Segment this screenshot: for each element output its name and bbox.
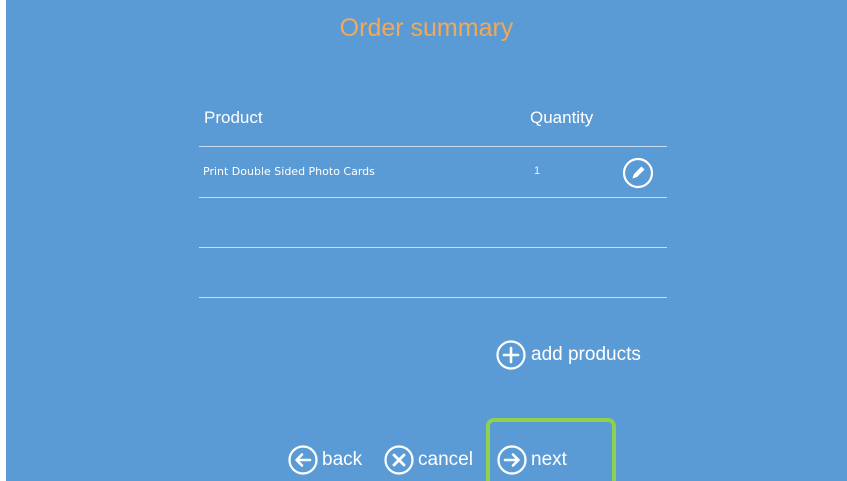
edit-button[interactable] [622,157,654,189]
column-header-quantity: Quantity [530,108,594,127]
arrow-right-circle-icon [497,445,527,475]
page-title: Order summary [339,14,514,42]
plus-circle-icon [496,340,526,370]
x-circle-icon [384,445,414,475]
add-products-label: add products [531,344,641,365]
quantity-cell: 1 [534,165,541,177]
arrow-left-circle-icon [288,445,318,475]
order-summary-screen: Order summary Product Quantity Print Dou… [6,0,847,481]
cancel-label: cancel [418,449,473,470]
back-button[interactable]: back [288,440,362,480]
table-divider [199,297,667,298]
product-name-cell: Print Double Sided Photo Cards [203,165,375,178]
next-label: next [531,449,567,470]
pencil-icon [622,157,654,189]
column-header-product: Product [204,108,263,127]
next-button[interactable]: next [497,440,567,480]
back-label: back [322,449,363,470]
table-divider [199,197,667,198]
table-divider [199,146,667,147]
add-products-button[interactable]: add products [496,340,641,370]
table-divider [199,247,667,248]
cancel-button[interactable]: cancel [384,440,473,480]
